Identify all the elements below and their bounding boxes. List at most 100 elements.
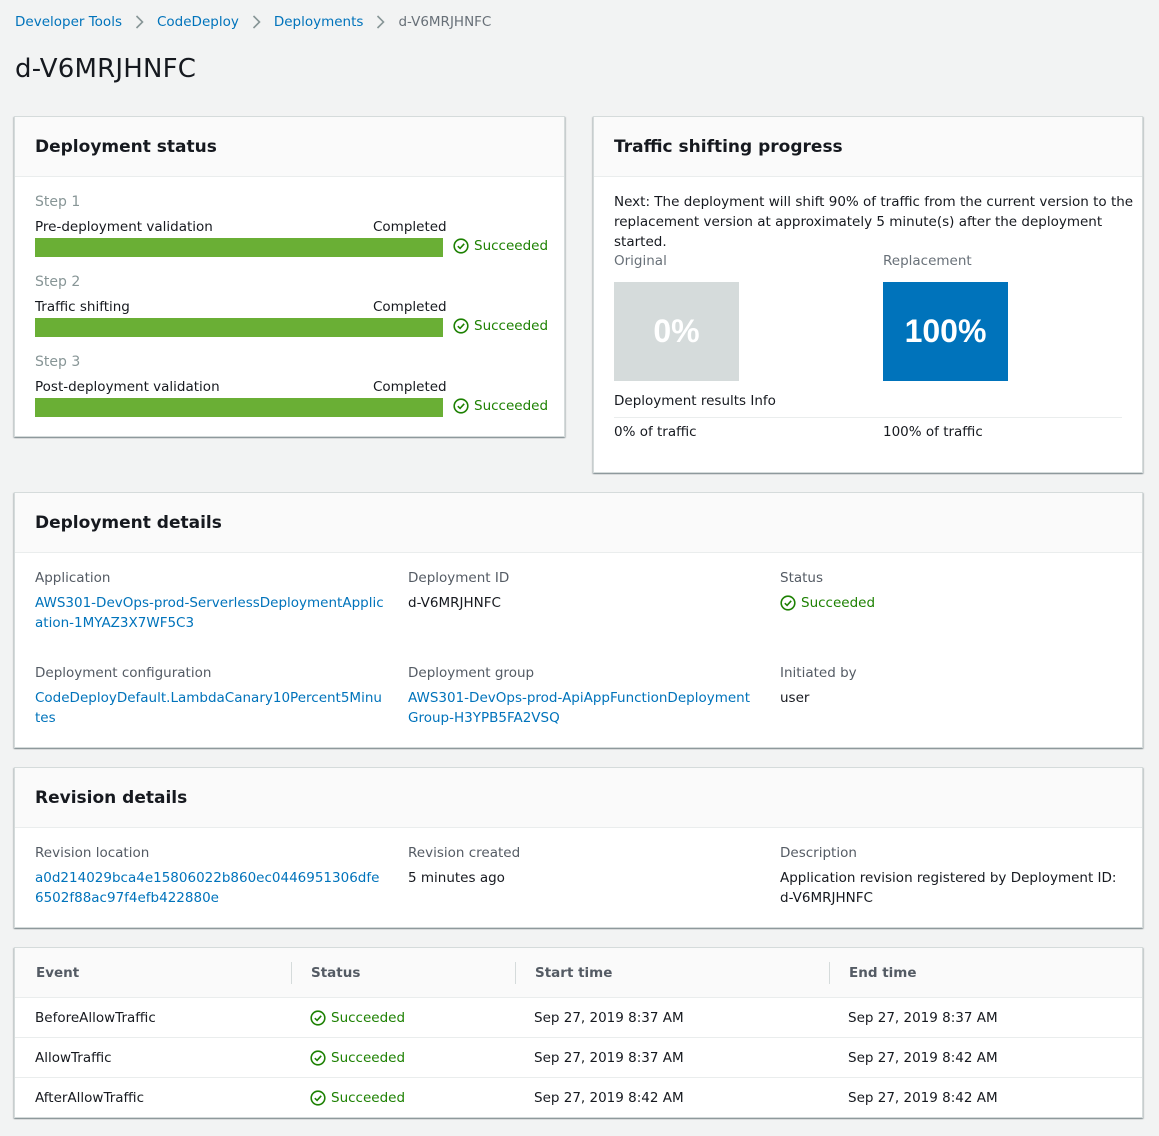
table-row: AfterAllowTraffic Succeeded Sep 27, 2019… — [15, 1078, 1142, 1118]
field-label: Revision created — [408, 845, 521, 861]
event-status: Succeeded — [310, 1038, 405, 1078]
replacement-traffic: 100% of traffic — [883, 424, 983, 440]
step-state: Completed — [373, 379, 447, 395]
progress-bar — [35, 238, 443, 257]
column-divider — [829, 962, 830, 984]
revision-location-link[interactable]: a0d214029bca4e15806022b860ec0446951306df… — [35, 870, 379, 906]
panel-header: Revision details — [15, 768, 1142, 828]
replacement-percentage-box: 100% — [883, 282, 1008, 381]
progress-bar — [35, 318, 443, 337]
check-circle-icon — [453, 318, 469, 334]
deployment-configuration-field: Deployment configuration CodeDeployDefau… — [35, 663, 385, 728]
initiated-by-value: user — [780, 690, 810, 706]
check-circle-icon — [780, 595, 796, 611]
step-name: Traffic shifting — [35, 299, 130, 315]
divider — [614, 417, 1122, 418]
revision-details-panel: Revision details Revision location a0d21… — [14, 767, 1143, 928]
chevron-right-icon — [252, 15, 261, 29]
application-field: Application AWS301-DevOps-prod-Serverles… — [35, 568, 385, 633]
field-label: Initiated by — [780, 665, 857, 681]
traffic-shifting-panel: Traffic shifting progress Next: The depl… — [593, 116, 1143, 473]
original-label: Original — [614, 253, 667, 269]
page-title: d-V6MRJHNFC — [15, 54, 197, 84]
application-link[interactable]: AWS301-DevOps-prod-ServerlessDeploymentA… — [35, 595, 384, 631]
check-circle-icon — [453, 398, 469, 414]
event-start-time: Sep 27, 2019 8:37 AM — [534, 1050, 684, 1066]
deployment-configuration-link[interactable]: CodeDeployDefault.LambdaCanary10Percent5… — [35, 690, 382, 726]
event-name: AllowTraffic — [35, 1050, 112, 1066]
description-field: Description Application revision registe… — [780, 843, 1130, 908]
panel-title: Revision details — [35, 787, 188, 808]
lifecycle-events-table: Event Status Start time End time BeforeA… — [14, 947, 1143, 1118]
deployment-group-link[interactable]: AWS301-DevOps-prod-ApiAppFunctionDeploym… — [408, 690, 750, 726]
event-status-label: Succeeded — [331, 1010, 406, 1026]
breadcrumb-current: d-V6MRJHNFC — [398, 14, 492, 30]
description-value: Application revision registered by Deplo… — [780, 870, 1117, 906]
panel-header: Deployment status — [15, 117, 564, 177]
event-end-time: Sep 27, 2019 8:42 AM — [848, 1090, 998, 1106]
status-label: Succeeded — [801, 595, 876, 611]
field-label: Deployment configuration — [35, 665, 212, 681]
step-result-label: Succeeded — [474, 318, 549, 334]
revision-created-field: Revision created 5 minutes ago — [408, 843, 758, 888]
panel-header: Traffic shifting progress — [594, 117, 1142, 177]
event-end-time: Sep 27, 2019 8:37 AM — [848, 1010, 998, 1026]
breadcrumb: Developer Tools CodeDeploy Deployments d… — [15, 12, 491, 32]
check-circle-icon — [310, 1010, 326, 1026]
event-name: BeforeAllowTraffic — [35, 1010, 156, 1026]
table-row: BeforeAllowTraffic Succeeded Sep 27, 201… — [15, 998, 1142, 1038]
column-header-end-time[interactable]: End time — [849, 948, 917, 998]
step-result: Succeeded — [453, 238, 548, 254]
table-row: AllowTraffic Succeeded Sep 27, 2019 8:37… — [15, 1038, 1142, 1078]
step-result: Succeeded — [453, 398, 548, 414]
initiated-by-field: Initiated by user — [780, 663, 1130, 708]
field-label: Application — [35, 570, 111, 586]
column-divider — [515, 962, 516, 984]
chevron-right-icon — [135, 15, 144, 29]
next-step-text: Next: The deployment will shift 90% of t… — [614, 194, 1134, 250]
field-label: Deployment ID — [408, 570, 510, 586]
column-header-start-time[interactable]: Start time — [535, 948, 612, 998]
deployment-results-label: Deployment results Info — [614, 393, 776, 409]
revision-created-value: 5 minutes ago — [408, 870, 505, 886]
step-result-label: Succeeded — [474, 398, 549, 414]
deployment-id-field: Deployment ID d-V6MRJHNFC — [408, 568, 758, 613]
event-start-time: Sep 27, 2019 8:42 AM — [534, 1090, 684, 1106]
deployment-id-value: d-V6MRJHNFC — [408, 595, 501, 611]
deployment-group-field: Deployment group AWS301-DevOps-prod-ApiA… — [408, 663, 758, 728]
breadcrumb-developer-tools[interactable]: Developer Tools — [15, 14, 122, 30]
status-field: Status Succeeded — [780, 568, 1130, 613]
deployment-details-panel: Deployment details Application AWS301-De… — [14, 492, 1143, 748]
replacement-label: Replacement — [883, 253, 972, 269]
event-status: Succeeded — [310, 998, 405, 1038]
column-header-status[interactable]: Status — [311, 948, 360, 998]
panel-title: Traffic shifting progress — [614, 136, 843, 157]
event-status: Succeeded — [310, 1078, 405, 1118]
panel-title: Deployment details — [35, 512, 222, 533]
check-circle-icon — [310, 1050, 326, 1066]
step-number: Step 2 — [35, 274, 81, 290]
check-circle-icon — [453, 238, 469, 254]
breadcrumb-codedeploy[interactable]: CodeDeploy — [157, 14, 239, 30]
status-value: Succeeded — [780, 593, 1130, 613]
step-state: Completed — [373, 219, 447, 235]
event-start-time: Sep 27, 2019 8:37 AM — [534, 1010, 684, 1026]
step-number: Step 3 — [35, 354, 81, 370]
panel-header: Deployment details — [15, 493, 1142, 553]
check-circle-icon — [310, 1090, 326, 1106]
step-number: Step 1 — [35, 194, 81, 210]
deployment-status-panel: Deployment status Step 1 Pre-deployment … — [14, 116, 565, 437]
field-label: Deployment group — [408, 665, 535, 681]
breadcrumb-deployments[interactable]: Deployments — [274, 14, 364, 30]
field-label: Description — [780, 845, 857, 861]
event-name: AfterAllowTraffic — [35, 1090, 145, 1106]
revision-location-field: Revision location a0d214029bca4e15806022… — [35, 843, 385, 908]
column-divider — [291, 962, 292, 984]
step-name: Post-deployment validation — [35, 379, 220, 395]
original-percentage-box: 0% — [614, 282, 739, 381]
event-end-time: Sep 27, 2019 8:42 AM — [848, 1050, 998, 1066]
step-state: Completed — [373, 299, 447, 315]
column-header-event[interactable]: Event — [36, 948, 79, 998]
field-label: Revision location — [35, 845, 150, 861]
chevron-right-icon — [376, 15, 386, 29]
